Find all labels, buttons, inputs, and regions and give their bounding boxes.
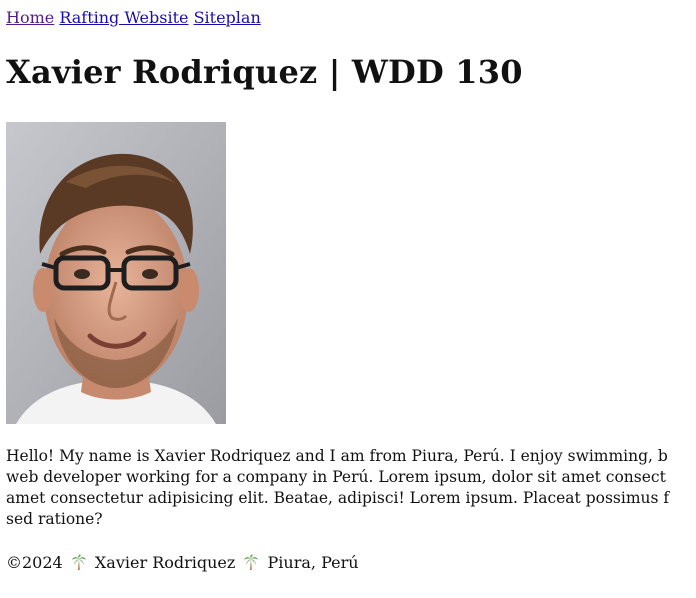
bio-line: amet consectetur adipisicing elit. Beata… [6, 489, 670, 507]
page: Home Rafting Website Siteplan Xavier Rod… [0, 0, 696, 598]
palm-tree-icon [244, 554, 259, 570]
footer-location: Piura, Perú [267, 553, 359, 572]
bio-line: sed ratione? [6, 510, 103, 528]
bio-line: Hello! My name is Xavier Rodriquez and I… [6, 447, 668, 465]
nav-link-home[interactable]: Home [6, 8, 54, 27]
palm-tree-icon [71, 554, 86, 570]
bio-paragraph: Hello! My name is Xavier Rodriquez and I… [6, 446, 696, 530]
footer-name: Xavier Rodriquez [94, 553, 236, 572]
bio-line: web developer working for a company in P… [6, 468, 666, 486]
nav-link-rafting-website[interactable]: Rafting Website [59, 8, 188, 27]
profile-photo [6, 122, 226, 424]
nav-link-siteplan[interactable]: Siteplan [194, 8, 261, 27]
page-title: Xavier Rodriquez | WDD 130 [6, 53, 523, 91]
top-nav: Home Rafting Website Siteplan [6, 8, 261, 28]
footer: ©2024 Xavier Rodriquez Piura, Perú [6, 552, 359, 574]
footer-copyright: ©2024 [6, 553, 63, 572]
